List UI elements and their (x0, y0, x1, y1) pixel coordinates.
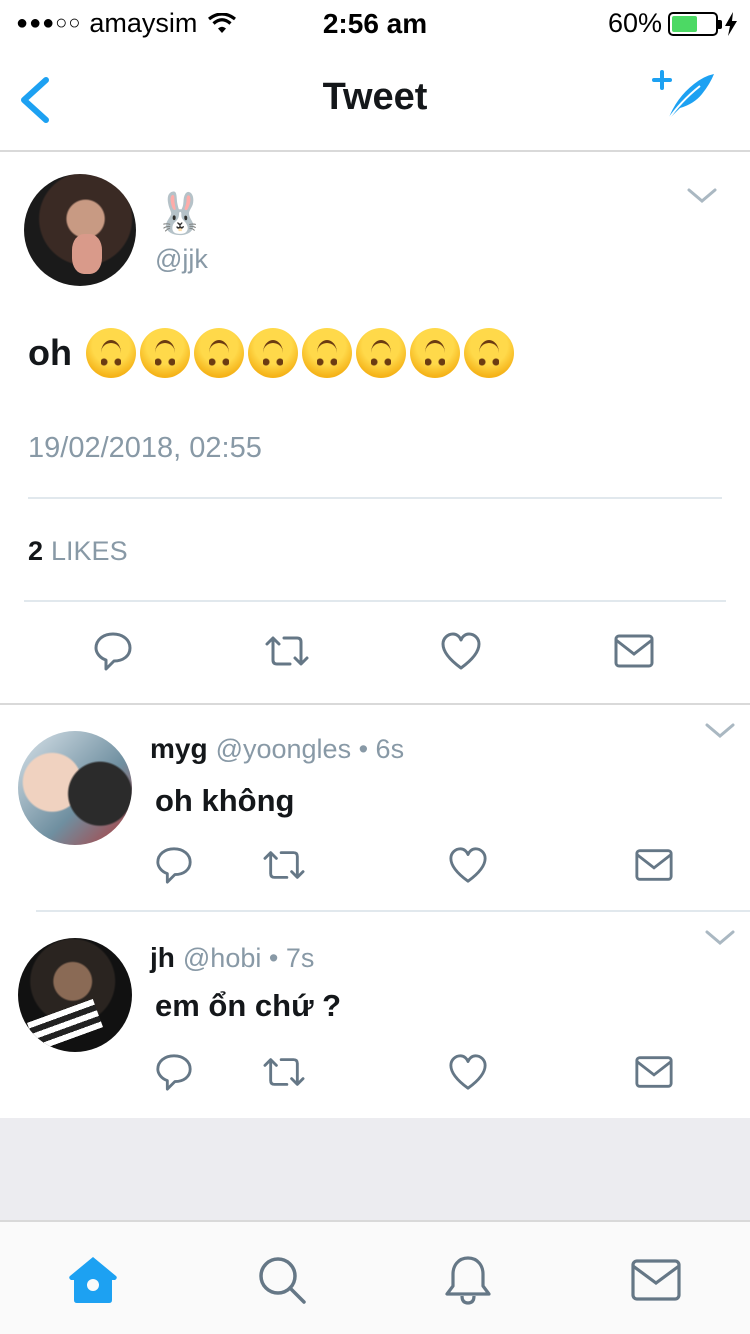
home-icon (69, 1257, 117, 1303)
upside-down-face-emoji (463, 328, 514, 378)
envelope-icon (614, 634, 654, 668)
page-title: Tweet (322, 76, 428, 118)
avatar[interactable] (18, 731, 132, 845)
reply-button[interactable] (154, 845, 196, 887)
direct-message-button[interactable] (634, 1052, 676, 1094)
envelope-icon (635, 1056, 673, 1088)
status-bar: ●●●○○ amaysim 2:56 am 60% (0, 0, 750, 50)
likes-count: 2 (28, 536, 44, 566)
reply-tweet[interactable]: myg @yoongles • 6s oh không (0, 705, 750, 912)
reply-text: em ổn chứ ? (155, 988, 342, 1023)
retweet-icon (263, 1058, 305, 1086)
author-handle[interactable]: @jjk (155, 244, 208, 275)
reply-tweet[interactable]: jh @hobi • 7s em ổn chứ ? (0, 912, 750, 1118)
main-tweet: 🐰 @jjk oh 19/02/2018, 02:55 2 LIKES (0, 152, 750, 705)
search-icon (259, 1257, 306, 1304)
direct-message-button[interactable] (634, 845, 676, 887)
tweet-timestamp: 19/02/2018, 02:55 (28, 432, 262, 464)
navigation-bar: Tweet (0, 50, 750, 152)
reply-actions (0, 1052, 750, 1102)
charging-bolt-icon (725, 11, 737, 36)
retweet-button[interactable] (264, 630, 309, 672)
reply-icon (156, 1054, 192, 1091)
avatar[interactable] (18, 938, 132, 1052)
like-button[interactable] (448, 845, 490, 887)
compose-tweet-button[interactable] (650, 68, 716, 124)
envelope-icon (631, 1259, 681, 1301)
author-name[interactable]: 🐰 (155, 190, 205, 237)
heart-icon (441, 632, 481, 670)
tab-notifications[interactable] (442, 1254, 494, 1306)
battery-info: 60% (608, 8, 738, 39)
direct-message-button[interactable] (613, 630, 655, 672)
tweet-text-word: oh (28, 332, 72, 373)
upside-down-face-emoji (301, 328, 352, 378)
reply-time: • 7s (268, 943, 315, 973)
compose-feather-icon (652, 70, 714, 121)
upside-down-face-emoji (85, 328, 136, 378)
author-name[interactable]: jh (150, 942, 175, 973)
like-button[interactable] (440, 630, 482, 672)
likes-label: LIKES (51, 536, 128, 566)
tab-bar (0, 1220, 750, 1334)
reply-icon (94, 632, 132, 671)
reply-header: myg @yoongles • 6s (150, 733, 404, 765)
author-name[interactable]: myg (150, 733, 208, 764)
reply-actions (0, 845, 750, 895)
retweet-icon (263, 851, 305, 879)
likes-stat[interactable]: 2 LIKES (28, 536, 128, 567)
heart-icon (449, 847, 487, 883)
tab-messages[interactable] (630, 1254, 682, 1306)
upside-down-face-emoji (247, 328, 298, 378)
upside-down-face-emoji (139, 328, 190, 378)
upside-down-face-emoji (355, 328, 406, 378)
envelope-icon (635, 849, 673, 881)
author-handle[interactable]: @yoongles (216, 734, 352, 764)
tweet-text: oh (28, 328, 518, 378)
upside-down-face-emoji (409, 328, 460, 378)
reply-icon (156, 847, 192, 884)
retweet-button[interactable] (262, 1052, 305, 1094)
tab-home[interactable] (66, 1254, 118, 1306)
tweet-actions (0, 630, 750, 680)
chevron-down-icon[interactable] (704, 721, 736, 741)
reply-header: jh @hobi • 7s (150, 942, 314, 974)
battery-percent: 60% (607, 8, 662, 38)
reply-text: oh không (155, 783, 295, 818)
bell-icon (445, 1256, 491, 1305)
upside-down-face-emoji (193, 328, 244, 378)
retweet-icon (265, 636, 309, 666)
battery-level (672, 15, 698, 32)
heart-icon (449, 1054, 487, 1090)
author-handle[interactable]: @hobi (183, 943, 261, 973)
reply-time: • 6s (358, 734, 405, 764)
like-button[interactable] (448, 1052, 490, 1094)
chevron-down-icon[interactable] (686, 186, 718, 206)
battery-icon (668, 11, 722, 36)
divider (24, 600, 726, 602)
retweet-button[interactable] (262, 845, 305, 887)
tab-search[interactable] (256, 1254, 308, 1306)
avatar[interactable] (24, 174, 136, 286)
divider (28, 497, 722, 499)
empty-area (0, 1118, 750, 1220)
emoji-row (85, 328, 518, 378)
reply-button[interactable] (154, 1052, 196, 1094)
reply-button[interactable] (92, 630, 134, 672)
chevron-down-icon[interactable] (704, 928, 736, 948)
